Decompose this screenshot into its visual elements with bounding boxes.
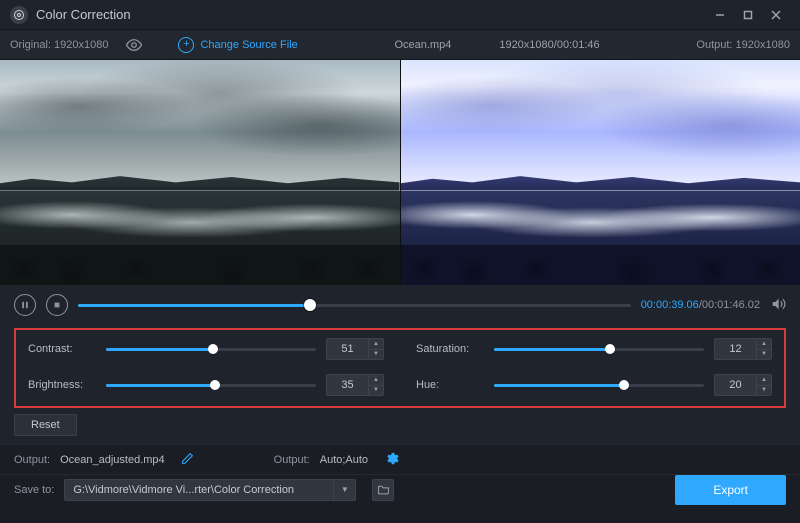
save-to-label: Save to: <box>14 484 54 496</box>
volume-icon[interactable] <box>770 296 786 315</box>
window-title: Color Correction <box>36 7 131 22</box>
contrast-label: Contrast: <box>28 343 96 355</box>
timeline-fill <box>78 304 310 307</box>
saturation-value: 12 <box>714 338 756 360</box>
preview-area <box>0 60 800 285</box>
playback-bar: 00:00:39.06/00:01:46.02 <box>0 285 800 325</box>
brightness-spinner[interactable]: 35 ▲▼ <box>326 374 384 396</box>
hue-slider[interactable] <box>494 378 704 392</box>
saturation-step-down[interactable]: ▼ <box>757 349 771 360</box>
adjustment-panel: Contrast: 51 ▲▼ Saturation: 12 ▲▼ <box>14 328 786 408</box>
output-filename-label: Output: <box>14 454 50 466</box>
preview-adjusted <box>400 60 800 285</box>
timeline-slider[interactable] <box>78 297 631 313</box>
pause-button[interactable] <box>14 294 36 316</box>
contrast-step-up[interactable]: ▲ <box>369 339 383 349</box>
stop-button[interactable] <box>46 294 68 316</box>
source-meta: 1920x1080/00:01:46 <box>499 39 599 51</box>
change-source-button[interactable]: + Change Source File <box>178 37 297 53</box>
output-filename: Ocean_adjusted.mp4 <box>60 454 165 466</box>
hue-spinner[interactable]: 20 ▲▼ <box>714 374 772 396</box>
saturation-label: Saturation: <box>416 343 484 355</box>
hue-row: Hue: 20 ▲▼ <box>416 374 772 396</box>
minimize-button[interactable] <box>706 1 734 29</box>
contrast-spinner[interactable]: 51 ▲▼ <box>326 338 384 360</box>
contrast-row: Contrast: 51 ▲▼ <box>28 338 384 360</box>
saturation-step-up[interactable]: ▲ <box>757 339 771 349</box>
output-format-label: Output: <box>274 454 310 466</box>
timecode: 00:00:39.06/00:01:46.02 <box>641 299 760 311</box>
reset-button[interactable]: Reset <box>14 414 77 436</box>
eye-icon[interactable] <box>120 36 148 54</box>
saturation-row: Saturation: 12 ▲▼ <box>416 338 772 360</box>
info-bar: Original: 1920x1080 + Change Source File… <box>0 30 800 60</box>
saturation-slider[interactable] <box>494 342 704 356</box>
output-format-value: Auto;Auto <box>320 454 368 466</box>
save-path-dropdown[interactable]: ▼ <box>334 479 356 501</box>
timeline-thumb[interactable] <box>304 299 316 311</box>
hue-step-up[interactable]: ▲ <box>757 375 771 385</box>
source-filename: Ocean.mp4 <box>394 39 451 51</box>
plus-circle-icon: + <box>178 37 194 53</box>
output-res-label: Output: 1920x1080 <box>696 39 790 51</box>
maximize-button[interactable] <box>734 1 762 29</box>
folder-icon[interactable] <box>372 479 394 501</box>
brightness-label: Brightness: <box>28 379 96 391</box>
contrast-step-down[interactable]: ▼ <box>369 349 383 360</box>
app-logo <box>10 6 28 24</box>
hue-step-down[interactable]: ▼ <box>757 385 771 396</box>
saturation-spinner[interactable]: 12 ▲▼ <box>714 338 772 360</box>
brightness-slider[interactable] <box>106 378 316 392</box>
original-label: Original: 1920x1080 <box>10 39 108 51</box>
close-button[interactable] <box>762 1 790 29</box>
output-filename-row: Output: Ocean_adjusted.mp4 Output: Auto;… <box>0 444 800 474</box>
save-to-row: Save to: G:\Vidmore\Vidmore Vi...rter\Co… <box>0 474 800 504</box>
contrast-value: 51 <box>326 338 368 360</box>
brightness-value: 35 <box>326 374 368 396</box>
change-source-label: Change Source File <box>200 39 297 51</box>
brightness-step-down[interactable]: ▼ <box>369 385 383 396</box>
brightness-row: Brightness: 35 ▲▼ <box>28 374 384 396</box>
adjustment-panel-wrap: Contrast: 51 ▲▼ Saturation: 12 ▲▼ <box>0 325 800 414</box>
pencil-icon[interactable] <box>181 452 194 468</box>
reset-row: Reset <box>0 414 800 444</box>
titlebar: Color Correction <box>0 0 800 30</box>
hue-label: Hue: <box>416 379 484 391</box>
preview-original <box>0 60 400 285</box>
contrast-slider[interactable] <box>106 342 316 356</box>
export-button[interactable]: Export <box>675 475 786 505</box>
save-path-field[interactable]: G:\Vidmore\Vidmore Vi...rter\Color Corre… <box>64 479 334 501</box>
save-path-control: G:\Vidmore\Vidmore Vi...rter\Color Corre… <box>64 479 356 501</box>
hue-value: 20 <box>714 374 756 396</box>
gear-icon[interactable] <box>384 451 399 469</box>
brightness-step-up[interactable]: ▲ <box>369 375 383 385</box>
